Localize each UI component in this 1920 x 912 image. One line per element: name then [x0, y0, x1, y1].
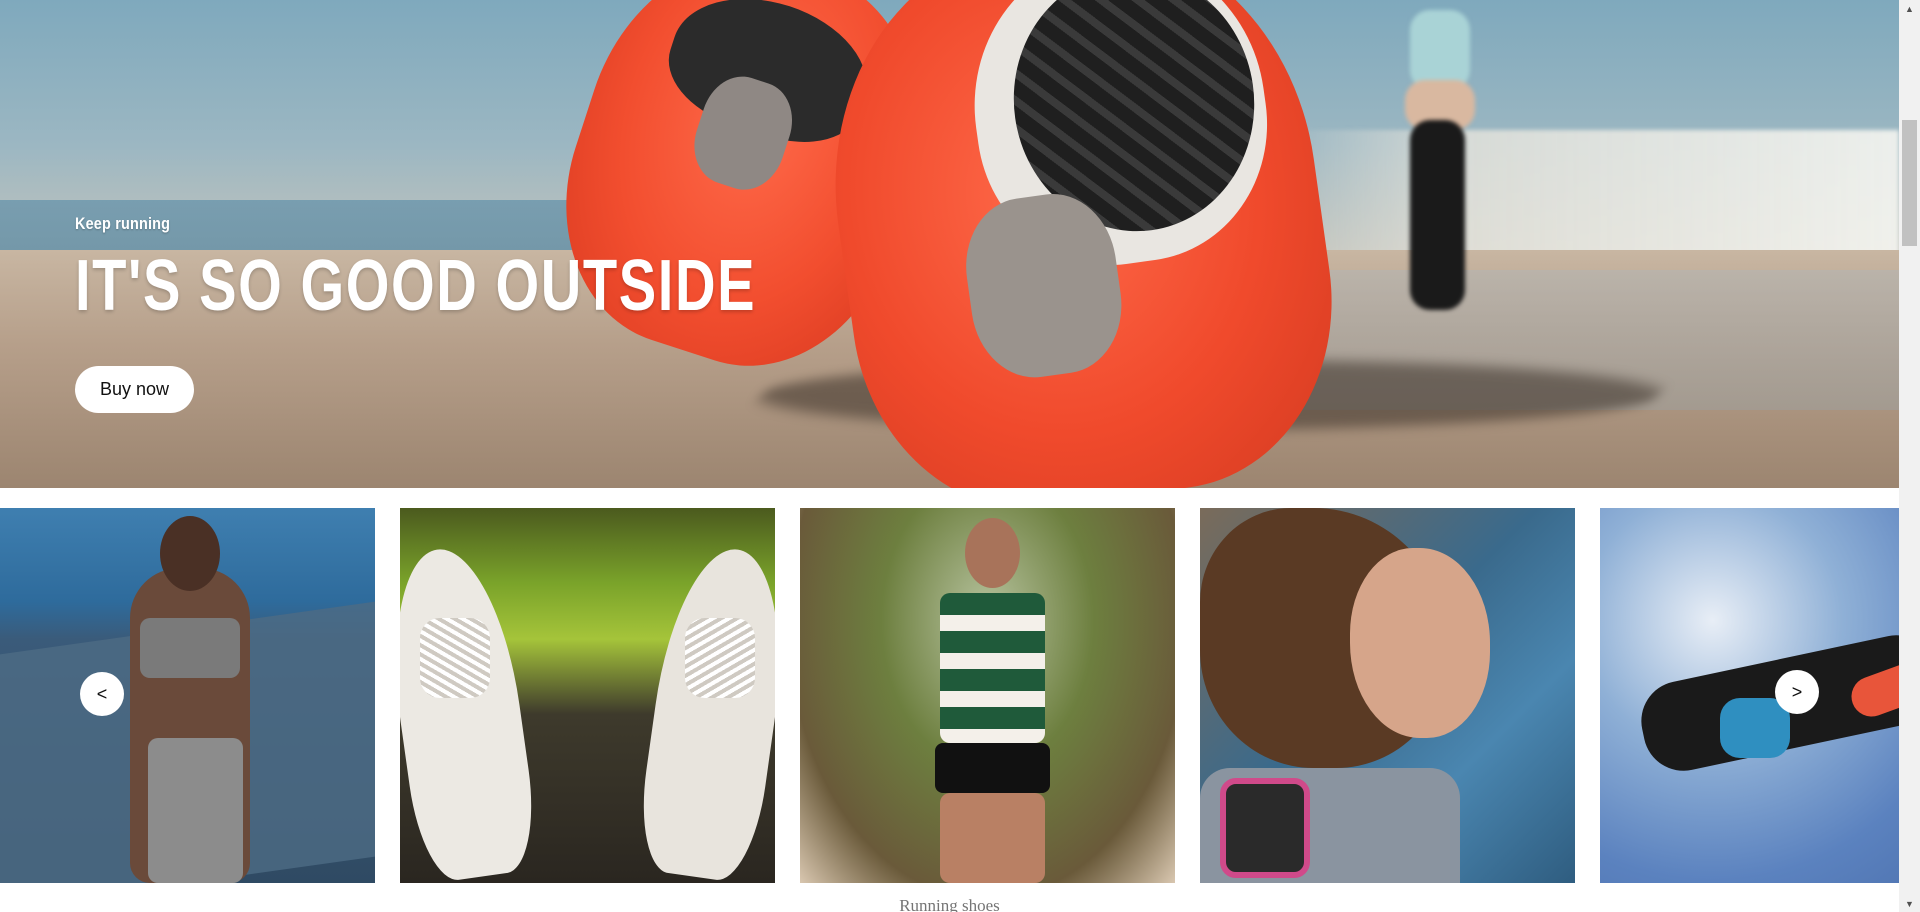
carousel-slide[interactable] [400, 508, 775, 883]
buy-now-button[interactable]: Buy now [75, 366, 194, 413]
carousel-slide[interactable] [1200, 508, 1575, 883]
hero-title: IT'S SO GOOD OUTSIDE [75, 246, 757, 326]
scroll-thumb[interactable] [1902, 120, 1917, 246]
carousel-slide[interactable] [0, 508, 375, 883]
carousel-slide[interactable] [800, 508, 1175, 883]
vertical-scrollbar[interactable]: ▲ ▼ [1899, 0, 1920, 912]
hero-banner: Keep running IT'S SO GOOD OUTSIDE [0, 0, 1899, 488]
carousel-slide[interactable] [1600, 508, 1899, 883]
hero-content: Keep running IT'S SO GOOD OUTSIDE [75, 214, 948, 322]
page: Keep running IT'S SO GOOD OUTSIDE Buy no… [0, 0, 1920, 912]
carousel-prev-button[interactable]: < [80, 672, 124, 716]
carousel-next-button[interactable]: > [1775, 670, 1819, 714]
scroll-up-icon[interactable]: ▲ [1899, 0, 1920, 17]
image-carousel [0, 508, 1899, 883]
hero-background-runner [1385, 0, 1495, 330]
hero-subtitle: Keep running [75, 214, 171, 233]
carousel-caption: Running shoes [899, 896, 1000, 912]
scroll-down-icon[interactable]: ▼ [1899, 895, 1920, 912]
